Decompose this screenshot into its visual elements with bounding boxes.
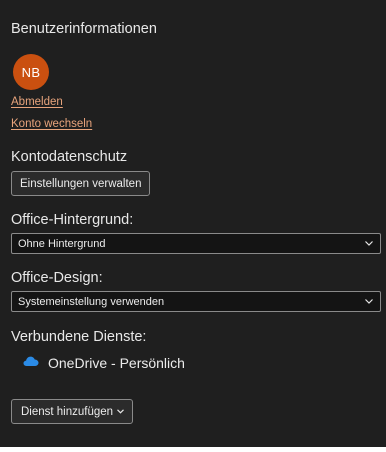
manage-settings-button[interactable]: Einstellungen verwalten — [11, 171, 151, 196]
add-service-label: Dienst hinzufügen — [21, 405, 114, 418]
background-select[interactable]: Ohne Hintergrund — [11, 233, 381, 254]
chevron-down-icon — [117, 409, 124, 414]
switch-account-link[interactable]: Konto wechseln — [11, 117, 92, 131]
avatar-initials: NB — [21, 64, 41, 80]
theme-heading: Office-Design: — [11, 270, 103, 286]
account-panel: Benutzerinformationen NB Abmelden Konto … — [0, 0, 386, 447]
theme-select-value: Systemeinstellung verwenden — [18, 295, 165, 308]
background-heading: Office-Hintergrund: — [11, 212, 134, 228]
chevron-down-icon — [364, 297, 374, 307]
services-heading: Verbundene Dienste: — [11, 329, 147, 345]
user-info-heading: Benutzerinformationen — [11, 21, 157, 37]
service-item-onedrive: OneDrive - Persönlich — [48, 355, 185, 371]
manage-settings-label: Einstellungen verwalten — [20, 177, 142, 190]
add-service-button[interactable]: Dienst hinzufügen — [11, 399, 134, 424]
theme-select[interactable]: Systemeinstellung verwenden — [11, 291, 381, 312]
onedrive-cloud-icon — [23, 354, 39, 366]
chevron-down-icon — [364, 239, 374, 249]
privacy-heading: Kontodatenschutz — [11, 149, 128, 165]
avatar: NB — [13, 54, 49, 90]
background-select-value: Ohne Hintergrund — [18, 237, 106, 250]
sign-out-link[interactable]: Abmelden — [11, 95, 63, 109]
